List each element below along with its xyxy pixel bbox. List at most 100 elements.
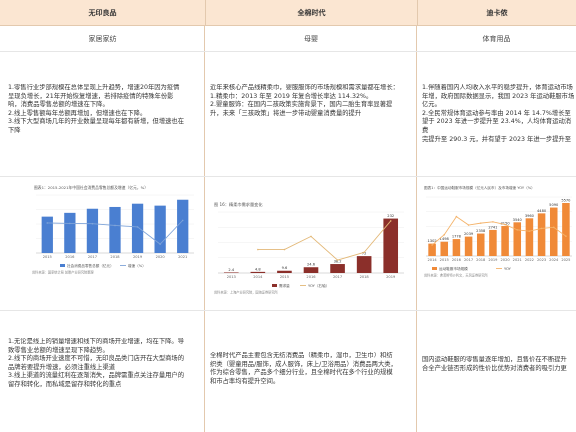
legend-swatch-bar <box>432 267 437 270</box>
bar <box>86 208 99 253</box>
line-point <box>504 223 506 226</box>
line-point <box>136 226 139 228</box>
line-point <box>552 226 555 229</box>
bar <box>489 229 497 256</box>
bar <box>154 205 166 253</box>
bar-value-label: 2039 <box>464 232 474 236</box>
legend-label: YOY（右轴） <box>308 283 329 288</box>
bar-value-label: 2358 <box>476 229 486 233</box>
line-point <box>69 222 71 225</box>
x-tick-label: 2018 <box>476 258 486 262</box>
line-point <box>479 222 482 224</box>
chart-source: 资料来源：国家统计局 前瞻产业研究院整理 <box>32 270 94 275</box>
series-line <box>257 220 392 261</box>
x-tick-label: 2017 <box>464 258 473 262</box>
series-line <box>431 215 567 246</box>
line-point <box>310 235 312 238</box>
line-point <box>336 259 339 261</box>
x-tick-label: 2019 <box>386 275 396 279</box>
row-divider <box>0 310 576 311</box>
chart-source: 资料来源：上海产业研究院，国海证券研究所 <box>214 290 279 295</box>
x-tick-label: 2023 <box>537 258 546 262</box>
x-tick-label: 2014 <box>428 258 438 262</box>
x-tick-label: 2015 <box>43 255 52 259</box>
line-point <box>540 227 543 230</box>
line-point <box>528 230 531 232</box>
line-point <box>455 215 458 218</box>
brand-header-purcotton: 全棉时代 <box>205 0 417 26</box>
chart-sportswear-market: 图表1：中国运动鞋服市场规模（亿元人民币）及市场增速 YOY（%） 1302 201… <box>422 183 576 278</box>
bar <box>303 267 319 273</box>
bar-value-label: 1778 <box>452 235 462 239</box>
bar <box>501 226 509 256</box>
line-point <box>516 229 519 231</box>
bar-value-label: 3540 <box>513 218 523 222</box>
bar <box>41 216 53 253</box>
line-point <box>283 248 286 251</box>
line-point <box>389 220 392 222</box>
chart-title: 图表1：2015-2021年中国社会消费品零售总额及增速（亿元，%） <box>34 185 148 190</box>
category-decathlon: 体育用品 <box>417 26 576 52</box>
trend-text-purcotton: 近年来核心产品线精柔巾，婴服服饰的市场规模和需求量都在增长： 1.精柔巾：201… <box>210 84 399 117</box>
x-tick-label: 2016 <box>65 255 75 259</box>
line-point <box>114 224 116 227</box>
legend-label: YOY <box>504 267 512 271</box>
bar <box>177 199 189 253</box>
analysis-text-purcotton: 全棉时代产品主要包含无纺消费品（精柔巾，湿巾，卫生巾）和纺 织类（婴童用品/服饰… <box>210 352 397 385</box>
bar-value-label: 5090 <box>549 203 559 207</box>
x-tick-label: 2021 <box>178 255 187 259</box>
bar <box>440 241 449 256</box>
bar-value-label: 2.4 <box>228 268 234 272</box>
bar-value-label: 3960 <box>525 214 535 218</box>
comparison-table: 无印良品 全棉时代 迪卡侬 家居家纺 母婴 体育用品 1.零售行业步部规模在总体… <box>0 0 576 432</box>
x-tick-label: 2015 <box>280 275 289 279</box>
trend-text-muji: 1.零售行业步部规模在总体呈现上升趋势，增速20年因为疫情 呈现负增长，21年开… <box>8 84 185 134</box>
x-tick-label: 2022 <box>525 258 534 262</box>
bar <box>464 236 473 256</box>
bar <box>109 206 121 253</box>
x-tick-label: 2020 <box>501 258 511 262</box>
bar <box>131 203 144 253</box>
x-tick-label: 2025 <box>561 258 570 262</box>
line-point <box>443 233 446 236</box>
line-point <box>467 224 470 226</box>
legend-label: 增速（%） <box>128 263 146 268</box>
tissue-demand-chart-svg: 图 16：精柔巾需求量变化 2.4 2013 4.8 2014 9.6 2015 24.6 20… <box>214 201 404 295</box>
chart-source: 资料来源：弗若斯特沙利文，天风证券研究所 <box>424 273 489 278</box>
x-tick-label: 2024 <box>549 258 559 262</box>
bar <box>562 202 570 256</box>
legend-swatch-bar <box>272 284 277 287</box>
line-point <box>431 244 433 246</box>
legend-label: 需求量 <box>279 283 290 288</box>
legend-swatch-bar <box>60 264 65 267</box>
line-point <box>257 248 259 251</box>
bar <box>549 207 558 256</box>
bar <box>525 218 534 256</box>
bar <box>476 233 485 256</box>
line-point <box>492 221 494 223</box>
analysis-text-decathlon: 国内运动鞋服的零售量逐年增加，且售价在不断提升 合全产业链否形成的性价比优势对消… <box>422 356 567 372</box>
x-tick-label: 2015 <box>440 258 449 262</box>
chart-title: 图表1：中国运动鞋服市场规模（亿元人民币）及市场增速 YOY（%） <box>424 185 535 190</box>
x-tick-label: 2020 <box>156 255 166 259</box>
line-point <box>363 251 365 254</box>
analysis-text-muji: 1.无论是线上的销量增速和线下的商场开业增速，均在下降。导 致零售业总额的增速呈… <box>8 338 185 388</box>
bar <box>356 256 372 273</box>
row-divider <box>0 176 576 177</box>
retail-sales-chart-svg: 图表1：2015-2021年中国社会消费品零售总额及增速（亿元，%） 2015 20… <box>32 185 194 275</box>
line-point <box>565 235 567 237</box>
x-tick-label: 2016 <box>452 258 462 262</box>
bar <box>277 270 292 273</box>
trend-text-decathlon: 1.伴随着国内人均收入水平的稳步提升，体育运动市场 年增，政府国际数据显示，我国… <box>422 84 575 143</box>
x-tick-label: 2016 <box>306 275 316 279</box>
bar <box>223 272 239 273</box>
bar-value-label: 4480 <box>537 209 547 213</box>
chart-tissue-demand: 图 16：精柔巾需求量变化 2.4 2013 4.8 2014 9.6 2015 24.6 20… <box>212 200 412 295</box>
category-muji: 家居家纺 <box>0 26 205 52</box>
x-tick-label: 2017 <box>333 275 342 279</box>
line-point <box>46 222 49 224</box>
bar-value-label: 4.8 <box>255 267 261 271</box>
bar <box>330 264 345 273</box>
line-point <box>159 243 161 245</box>
bar <box>250 271 266 273</box>
